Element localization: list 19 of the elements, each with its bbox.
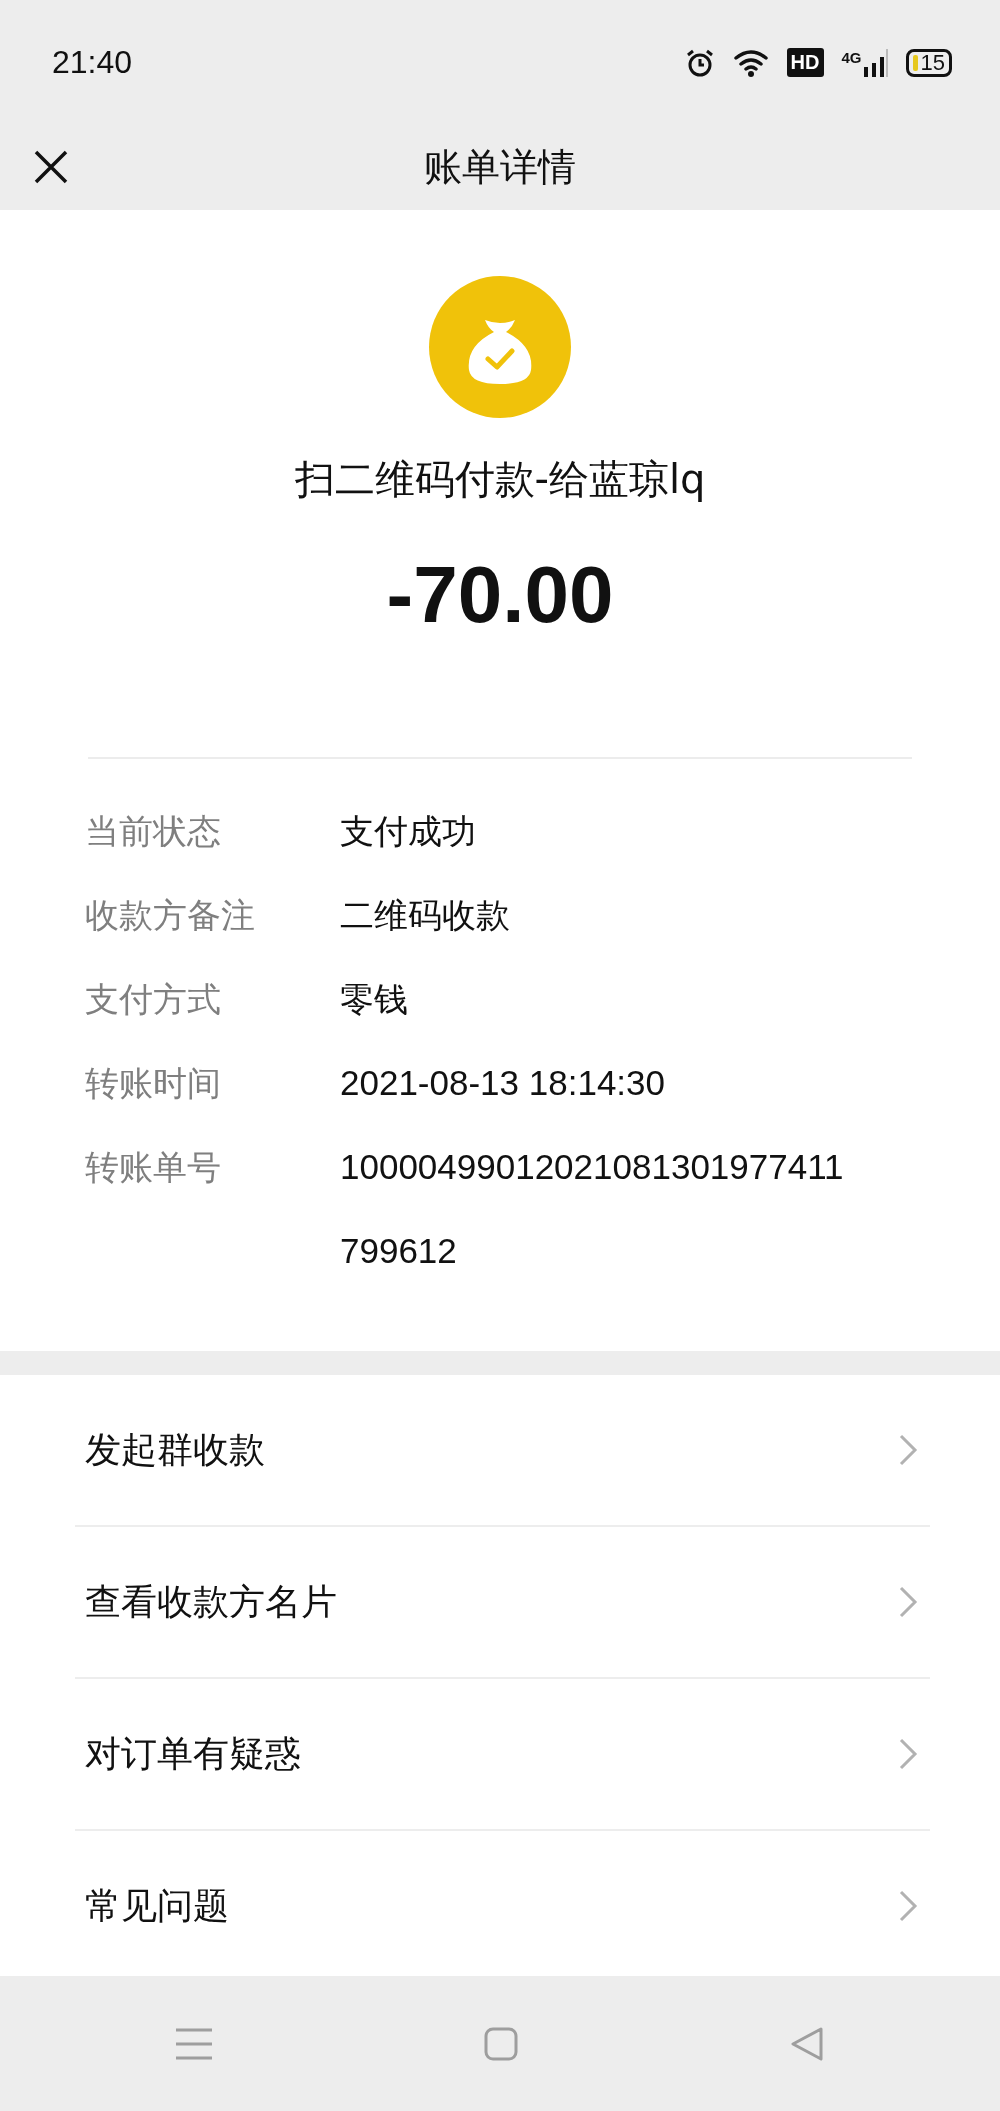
detail-value: 2021-08-13 18:14:30 [340,1062,666,1104]
detail-value: 支付成功 [340,810,477,853]
detail-value: 零钱 [340,978,409,1021]
menu-item[interactable]: 对订单有疑惑 [75,1679,930,1831]
detail-label: 收款方备注 [85,894,256,937]
detail-label: 当前状态 [85,810,222,853]
payment-title: 扫二维码付款-给蓝琼lq [294,455,706,504]
menu-item[interactable]: 查看收款方名片 [75,1527,930,1679]
detail-label: 转账单号 [85,1146,222,1189]
payment-amount: -70.00 [386,549,614,641]
page-title: 账单详情 [424,144,576,191]
clock-time: 21:40 [52,44,133,81]
detail-value: 二维码收款 [340,894,511,937]
detail-label: 转账时间 [85,1062,222,1105]
detail-label: 支付方式 [85,978,222,1021]
battery-icon: 15 [905,48,952,77]
detail-value: 10000499012021081301977411799612 [340,1146,845,1272]
hd-badge: HD [786,48,824,77]
menu-item[interactable]: 发起群收款 [75,1375,930,1527]
